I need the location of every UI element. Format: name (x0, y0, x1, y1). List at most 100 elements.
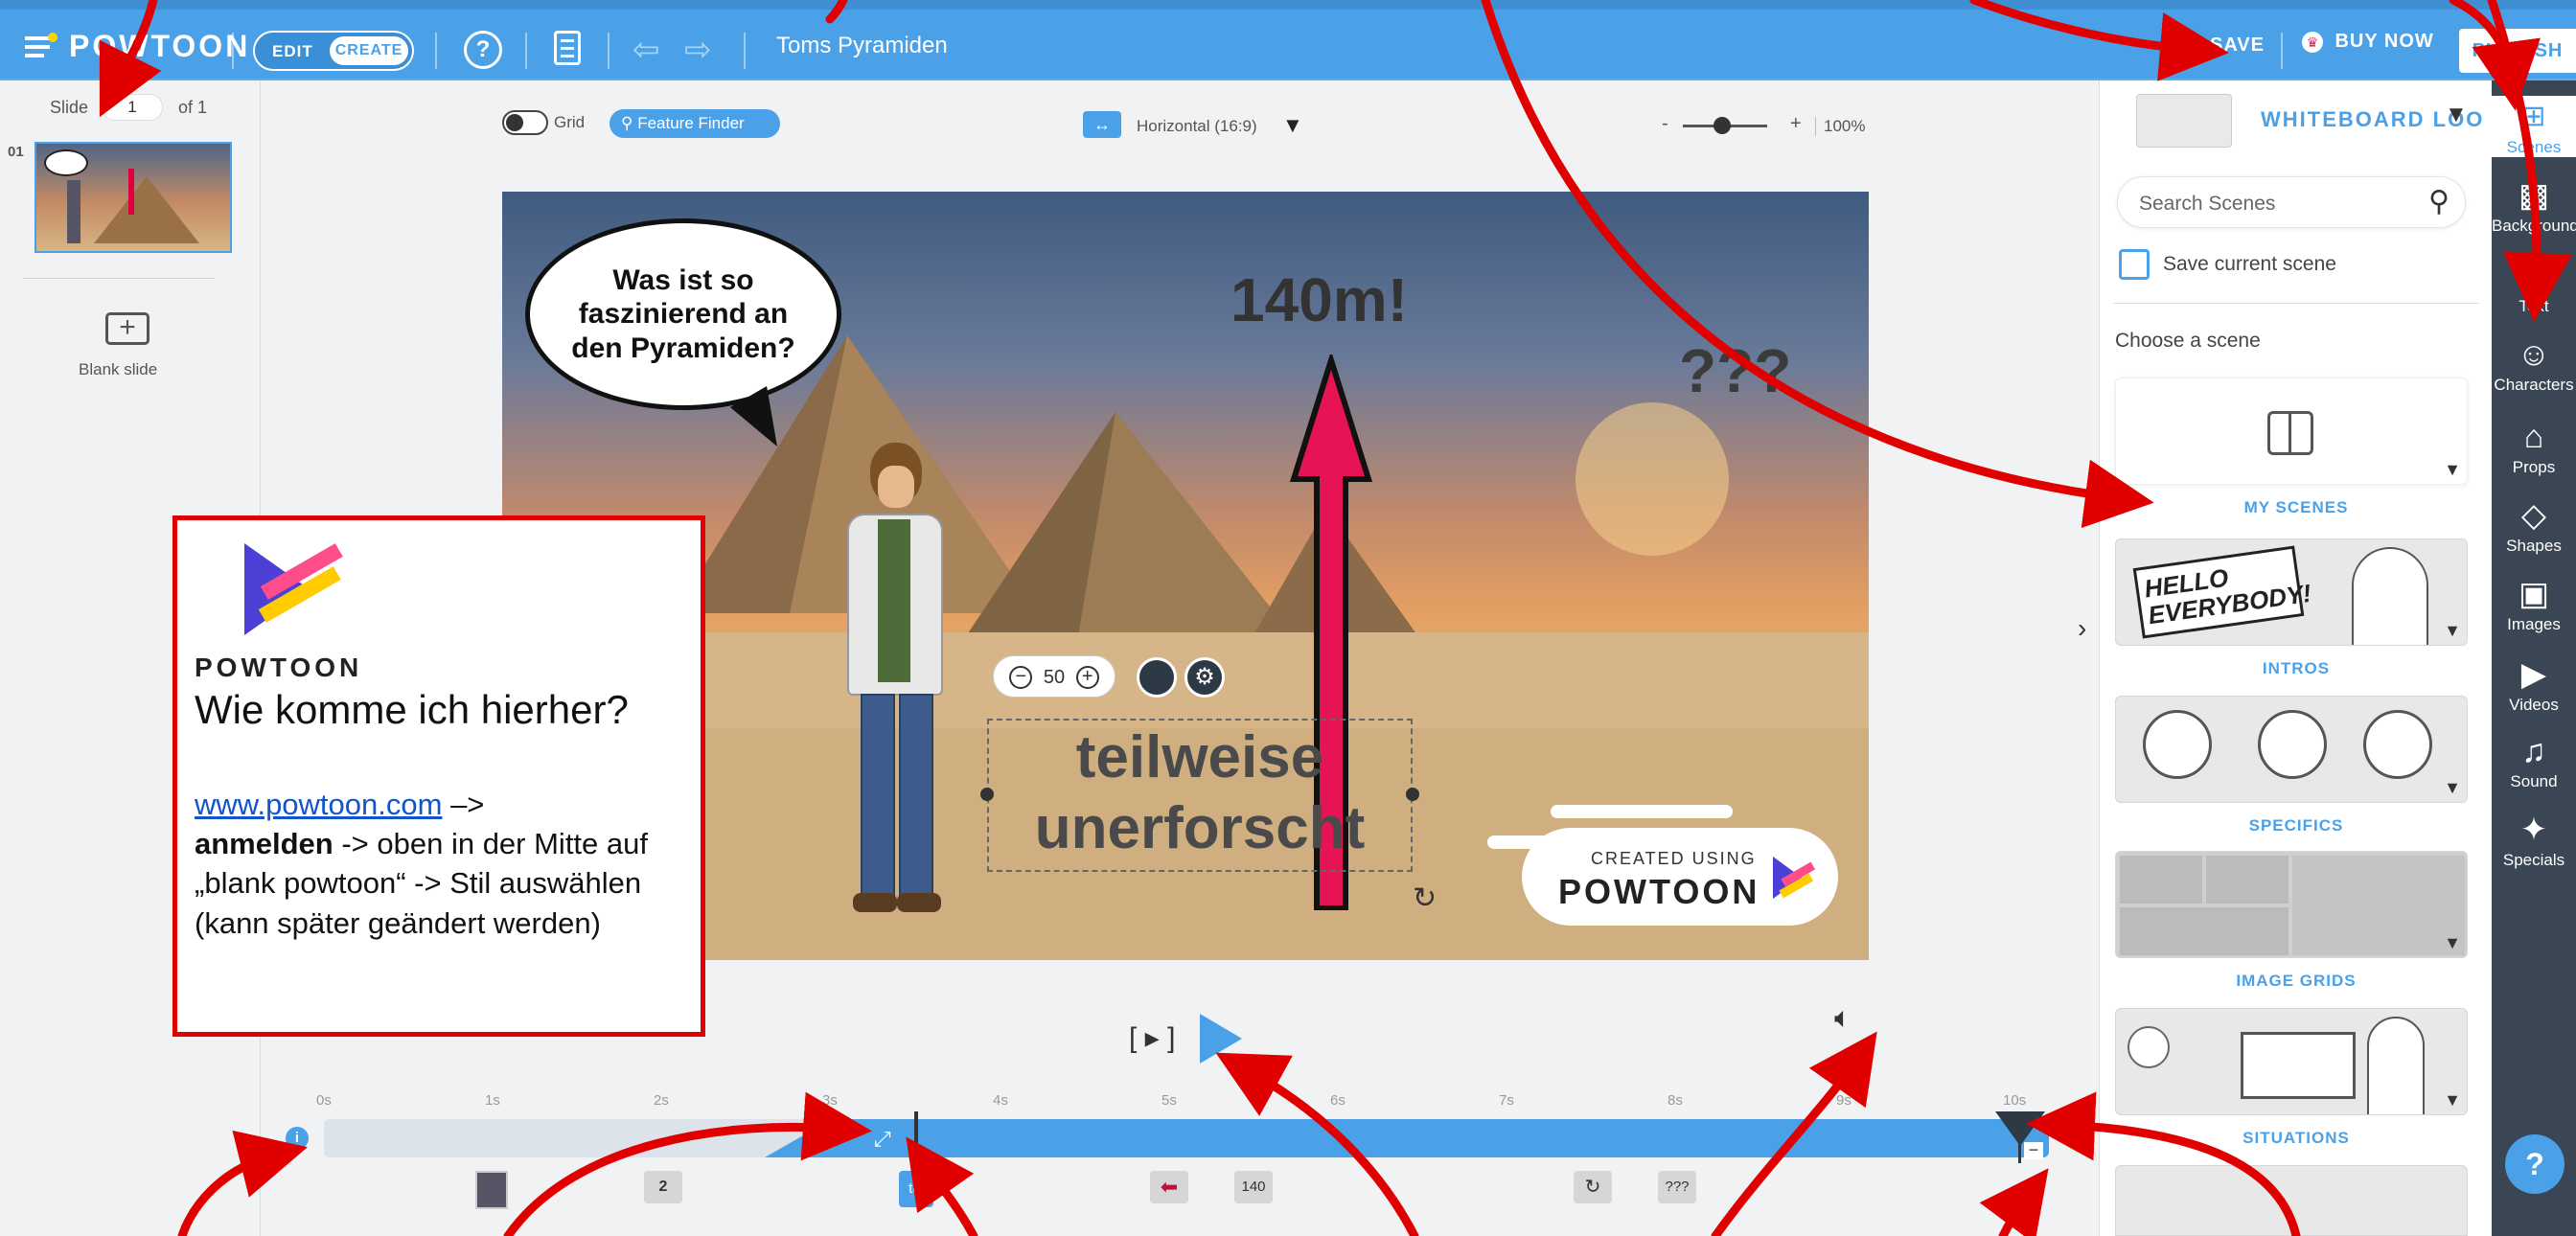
tick-label: 3s (822, 1092, 838, 1109)
watermark-brand-text: POWTOON (1558, 872, 1760, 911)
tool-shapes[interactable]: ◇ Shapes (2492, 496, 2576, 556)
watermark-decor-line (1551, 805, 1733, 818)
tool-scenes[interactable]: ⊞ Scenes (2492, 96, 2576, 157)
info-brand: POWTOON (195, 652, 363, 682)
scene-card-intros[interactable]: HELLO EVERYBODY! ▼ (2115, 538, 2468, 646)
category-label: IMAGE GRIDS (2236, 972, 2357, 990)
project-title[interactable]: Toms Pyramiden (776, 33, 948, 59)
undo-icon[interactable]: ⇦ (632, 31, 660, 69)
expand-icon[interactable]: ⤢ (874, 1127, 891, 1152)
size-control[interactable]: − 50 + (993, 655, 1116, 698)
preview-button[interactable]: [ ▸ ] (1129, 1021, 1175, 1055)
zoom-slider-handle[interactable] (1714, 117, 1731, 134)
zoom-minus[interactable]: - (1662, 113, 1668, 135)
scene-card-image-grids[interactable]: ▼ (2115, 851, 2468, 958)
tool-props[interactable]: ⌂ Props (2492, 418, 2576, 477)
resize-handle-right[interactable] (1406, 788, 1419, 801)
slide-thumbnail[interactable] (34, 142, 232, 253)
tool-characters[interactable]: ☺ Characters (2492, 335, 2576, 395)
choose-scene-label: Choose a scene (2115, 330, 2261, 352)
height-label[interactable]: 140m! (1230, 264, 1408, 335)
resize-handle-left[interactable] (980, 788, 994, 801)
gear-icon[interactable]: ⚙ (1184, 657, 1225, 698)
character-boy[interactable] (838, 443, 953, 922)
zoom-slider[interactable] (1683, 117, 1767, 134)
mode-toggle[interactable]: EDIT CREATE (253, 31, 414, 71)
scenes-panel: WHITEBOARD LOO ▼ Search Scenes ⚲ Save cu… (2099, 80, 2492, 1236)
style-thumbnail[interactable] (2136, 94, 2232, 148)
speech-bubble[interactable]: Was ist so faszinierend an den Pyramiden… (525, 218, 841, 410)
decrease-size-icon[interactable]: − (1009, 665, 1033, 689)
buy-now-button[interactable]: ♛ BUY NOW (2302, 31, 2434, 69)
info-arrow-text: –> (442, 788, 485, 821)
search-icon[interactable]: ⚲ (2428, 185, 2450, 218)
track-item-arrow[interactable]: ⬅ (1150, 1171, 1188, 1203)
track-item-rotate[interactable]: ↻ (1574, 1171, 1612, 1203)
timeline-info-icon[interactable]: i (286, 1127, 309, 1150)
menu-icon[interactable] (25, 33, 58, 61)
grid-toggle[interactable] (502, 110, 548, 135)
mode-create[interactable]: CREATE (330, 36, 408, 65)
track-item[interactable]: tei (899, 1171, 933, 1207)
top-bar: POWTOON EDIT CREATE ? ⇦ ⇨ Toms Pyramiden… (0, 0, 2576, 80)
question-marks[interactable]: ??? (1679, 335, 1791, 406)
track-item[interactable]: ??? (1658, 1171, 1696, 1203)
orientation-dropdown-icon[interactable]: ▼ (1282, 113, 1303, 138)
tool-sound[interactable]: ♫ Sound (2492, 732, 2576, 791)
add-slide-button[interactable]: + (105, 312, 150, 345)
style-dropdown-icon[interactable]: ▼ (2445, 102, 2468, 128)
collapse-panel-chevron[interactable]: › (2078, 613, 2086, 644)
volume-icon[interactable]: 🔈︎ (1834, 1002, 1852, 1035)
mode-edit[interactable]: EDIT (272, 42, 313, 61)
logo[interactable]: POWTOON (69, 29, 250, 64)
color-picker-button[interactable] (1137, 657, 1177, 698)
card-dropdown-icon[interactable]: ▼ (2444, 933, 2461, 953)
scene-card-situations[interactable]: ▼ (2115, 1008, 2468, 1115)
help-chat-button[interactable]: ? (2505, 1134, 2564, 1194)
info-bold-word: anmelden (195, 827, 334, 861)
increase-size-icon[interactable]: + (1075, 665, 1099, 689)
tool-background[interactable]: ▩ Background (2492, 176, 2576, 236)
playhead[interactable] (914, 1111, 918, 1165)
search-scenes-input[interactable]: Search Scenes ⚲ (2117, 176, 2466, 228)
scene-card-my-scenes[interactable]: ▼ (2115, 378, 2468, 485)
tool-specials[interactable]: ✦ Specials (2492, 811, 2576, 870)
save-button[interactable]: SAVE (2210, 34, 2265, 57)
tool-videos[interactable]: ▶ Videos (2492, 655, 2576, 715)
card-dropdown-icon[interactable]: ▼ (2444, 1090, 2461, 1110)
category-label: INTROS (2262, 659, 2331, 677)
save-scene-button[interactable]: Save current scene (2163, 253, 2336, 276)
text-box-selected[interactable]: teilweise unerforscht (980, 719, 1419, 872)
powtoon-link[interactable]: www.powtoon.com (195, 788, 442, 821)
save-scene-icon[interactable] (2119, 249, 2150, 280)
feature-finder-button[interactable]: ⚲ Feature Finder (610, 109, 780, 138)
orientation-icon[interactable]: ↔ (1083, 111, 1121, 138)
info-overlay-box: POWTOON Wie komme ich hierher? www.powto… (172, 515, 705, 1037)
tick-label: 9s (1836, 1092, 1852, 1109)
track-item-character[interactable] (475, 1171, 508, 1209)
watermark-top-text: CREATED USING (1591, 849, 1757, 868)
timeline-track[interactable]: ⤢ (324, 1119, 2049, 1157)
text-line-2: unerforscht (1034, 795, 1366, 861)
track-item[interactable]: 2 (644, 1171, 682, 1203)
redo-icon[interactable]: ⇨ (684, 31, 712, 69)
track-item[interactable]: 140 (1234, 1171, 1273, 1203)
scene-card-next[interactable] (2115, 1165, 2468, 1236)
timeline-zoom-out-icon[interactable]: − (2024, 1141, 2043, 1159)
tool-images[interactable]: ▣ Images (2492, 575, 2576, 634)
card-dropdown-icon[interactable]: ▼ (2444, 460, 2461, 480)
play-button[interactable] (1200, 1014, 1242, 1064)
blank-slide-label[interactable]: Blank slide (79, 360, 157, 379)
orientation-label[interactable]: Horizontal (16:9) (1137, 117, 1257, 136)
card-dropdown-icon[interactable]: ▼ (2444, 621, 2461, 641)
tool-text[interactable]: T Text (2492, 257, 2576, 316)
help-button[interactable]: ? (464, 31, 502, 69)
publish-button[interactable]: PUBLISH (2459, 29, 2576, 73)
slide-stage[interactable]: Was ist so faszinierend an den Pyramiden… (502, 192, 1869, 960)
zoom-plus[interactable]: + (1790, 113, 1802, 135)
rotate-handle-icon[interactable]: ↻ (1413, 881, 1437, 915)
slide-number-input[interactable]: 1 (102, 94, 163, 121)
notes-icon[interactable] (554, 31, 581, 65)
scene-card-specifics[interactable]: ▼ (2115, 696, 2468, 803)
card-dropdown-icon[interactable]: ▼ (2444, 778, 2461, 798)
